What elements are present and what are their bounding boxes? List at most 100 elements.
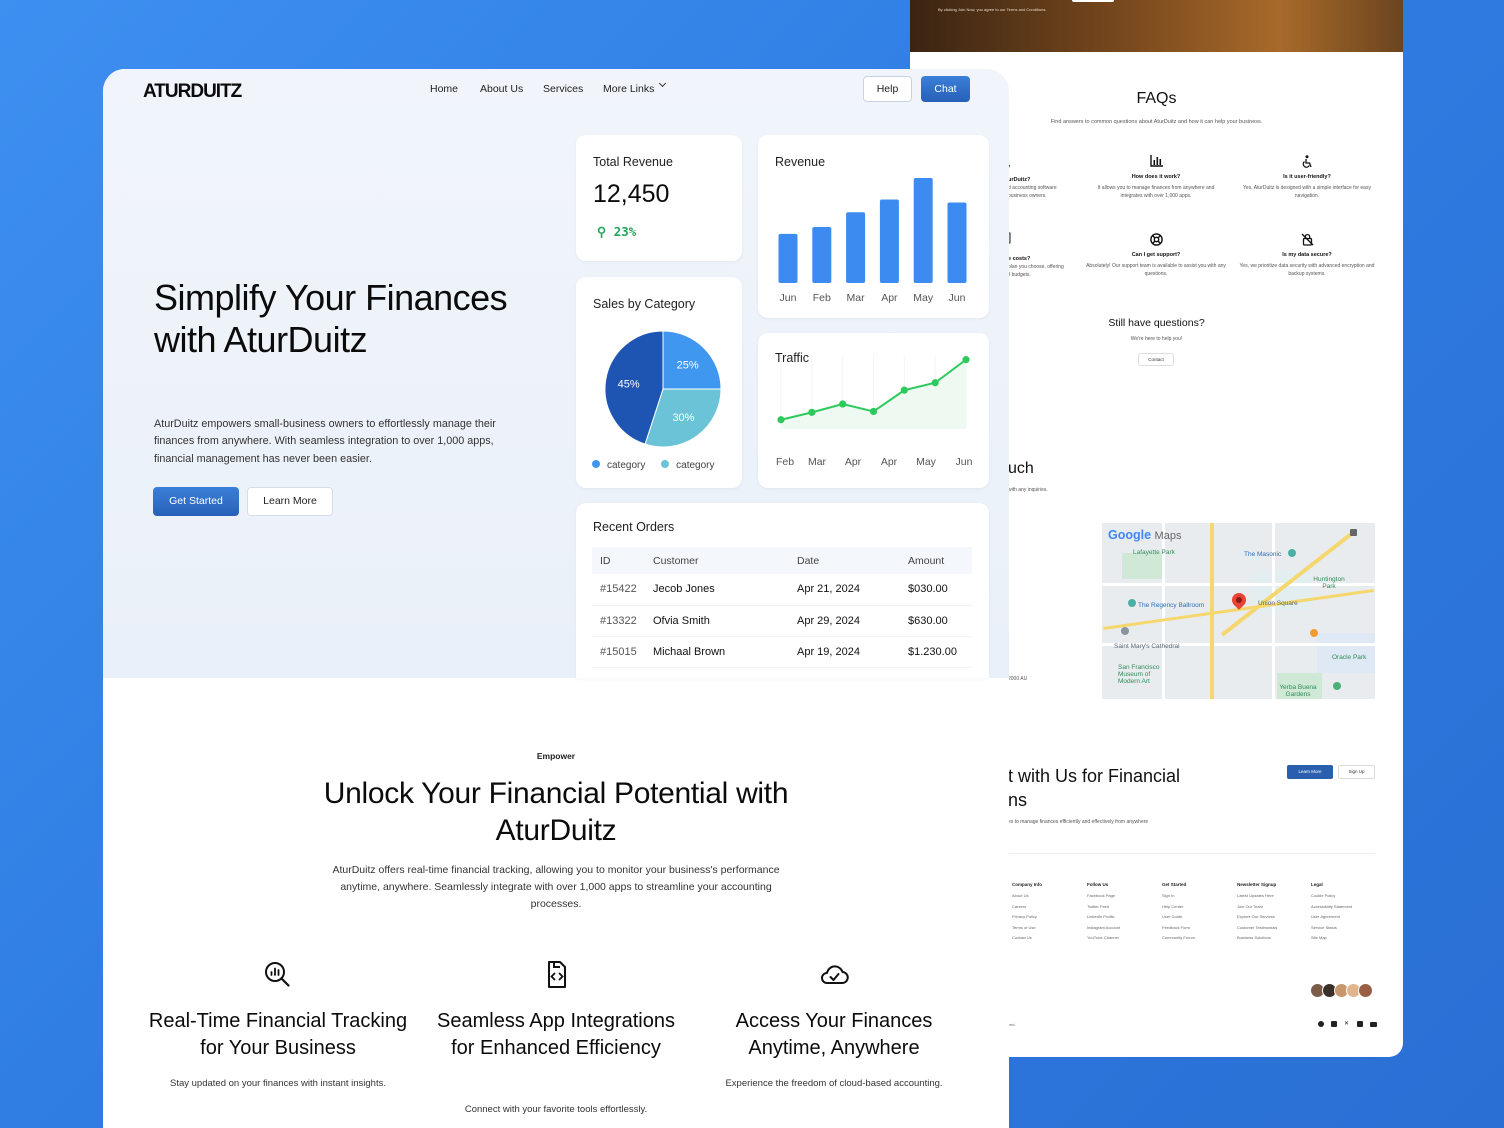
faq-item: Is it user-friendly? Yes, AturDuitz is d… [1237, 155, 1377, 200]
footer-link[interactable]: YouTube Channel [1087, 935, 1120, 940]
google-map[interactable]: Google Maps Lafayette Park The Masonic H… [1102, 523, 1375, 699]
feature-description: Stay updated on your finances with insta… [170, 1078, 386, 1089]
traffic-point[interactable] [839, 400, 847, 408]
nav-home[interactable]: Home [430, 83, 458, 95]
order-date: Apr 19, 2024 [789, 636, 900, 668]
contact-button[interactable]: Contact [1138, 353, 1174, 366]
social-links: ✕ [1318, 1021, 1377, 1029]
cta-learn-more-button[interactable]: Learn More [1287, 765, 1333, 779]
maps-logo-text: Maps [1154, 530, 1182, 542]
help-button[interactable]: Help [863, 76, 912, 102]
footer-link[interactable]: Privacy Policy [1012, 914, 1042, 919]
traffic-point[interactable] [808, 408, 816, 416]
cta-sign-up-button[interactable]: Sign Up [1338, 765, 1375, 779]
hero-legal-text: By clicking Join Now, you agree to our T… [938, 7, 1047, 12]
footer-link[interactable]: Join Our Team [1237, 904, 1277, 909]
footer-link[interactable]: User Guide [1162, 914, 1195, 919]
x-icon[interactable]: ✕ [1344, 1021, 1350, 1027]
landing-page: ATURDUITZ Home About Us Services More Li… [103, 69, 1009, 1128]
footer-link[interactable]: Explore Our Services [1237, 914, 1277, 919]
footer-link[interactable]: Latest Updates Here [1237, 893, 1277, 898]
footer-link[interactable]: Twitter Feed [1087, 904, 1120, 909]
revenue-bar[interactable] [846, 212, 866, 283]
back-hero-banner: By clicking Join Now, you agree to our T… [910, 0, 1403, 52]
traffic-point[interactable] [962, 356, 970, 364]
footer-link[interactable]: Service Status [1311, 925, 1352, 930]
traffic-point[interactable] [931, 379, 939, 387]
footer-link[interactable]: Terms of Use [1012, 925, 1042, 930]
youtube-icon[interactable] [1370, 1022, 1377, 1027]
get-started-button[interactable]: Get Started [153, 487, 239, 516]
feature-description: Connect with your favorite tools effortl… [464, 1104, 648, 1115]
map-poi-marker[interactable] [1121, 627, 1129, 635]
map-label: The Masonic [1244, 551, 1282, 558]
traffic-line-chart: Feb Mar Apr Apr May Jun [776, 355, 973, 468]
revenue-x-tick-label: Feb [813, 292, 831, 304]
logo[interactable]: ATURDUITZ [143, 81, 242, 103]
table-row[interactable]: #15422 Jecob Jones Apr 21, 2024 $030.00 [592, 574, 972, 606]
faq-item-partial-2: ] e costs? plan you choose, offering ll … [1008, 231, 1064, 279]
traffic-point[interactable] [777, 416, 785, 424]
faq-item-partial-1: , urDuitz? d accounting software busines… [1008, 159, 1057, 200]
footer-link[interactable]: Help Center [1162, 904, 1195, 909]
footer-link[interactable]: Cookie Policy [1311, 893, 1352, 898]
revenue-bar[interactable] [812, 227, 832, 283]
revenue-bar[interactable] [947, 202, 967, 283]
map-poi-marker[interactable] [1288, 549, 1296, 557]
footer-heading: Get Started [1162, 882, 1187, 887]
map-fullscreen-icon[interactable] [1350, 529, 1357, 536]
footer-link[interactable]: Instagram Account [1087, 925, 1120, 930]
faq-question: Is it user-friendly? [1283, 174, 1331, 180]
instagram-icon[interactable] [1331, 1021, 1337, 1027]
footer-link[interactable]: Feedback Form [1162, 925, 1195, 930]
linkedin-icon[interactable] [1357, 1021, 1363, 1027]
table-row[interactable]: #13322 Ofvia Smith Apr 29, 2024 $630.00 [592, 605, 972, 637]
avatar [1358, 983, 1373, 998]
google-logo-text: Google [1108, 528, 1152, 542]
footer-heading: Legal [1311, 882, 1323, 887]
total-revenue-title: Total Revenue [593, 155, 673, 169]
footer-link[interactable]: Business Solutions [1237, 935, 1277, 940]
feature-title: Seamless App Integrations for Enhanced E… [437, 1010, 675, 1059]
nav-services[interactable]: Services [543, 83, 583, 95]
footer-link[interactable]: Community Forum [1162, 935, 1195, 940]
hero-join-button[interactable] [1072, 0, 1114, 2]
order-amount: $030.00 [900, 574, 972, 606]
map-poi-marker[interactable] [1333, 682, 1341, 690]
footer-link[interactable]: User Agreement [1311, 914, 1352, 919]
facebook-icon[interactable] [1318, 1021, 1324, 1027]
footer-link[interactable]: LinkedIn Profile [1087, 914, 1120, 919]
faq-item: Is my data secure? Yes, we prioritize da… [1237, 233, 1377, 278]
footer-link[interactable]: Site Map [1311, 935, 1352, 940]
pie-slice-label: 25% [677, 359, 699, 371]
order-date: Apr 21, 2024 [789, 574, 900, 606]
faq-partial-question: urDuitz? [1008, 177, 1031, 183]
nav-about-us[interactable]: About Us [480, 83, 523, 95]
revenue-x-tick-label: Jun [949, 292, 966, 304]
footer-link[interactable]: About Us [1012, 893, 1042, 898]
footer-link[interactable]: Customer Testimonials [1237, 925, 1277, 930]
learn-more-button[interactable]: Learn More [247, 487, 333, 516]
footer-link[interactable]: Careers [1012, 904, 1042, 909]
column-header-customer: Customer [645, 547, 789, 574]
footer-link[interactable]: Accessibility Statement [1311, 904, 1352, 909]
map-poi-marker[interactable] [1128, 599, 1136, 607]
pie-slice-label: 30% [672, 412, 694, 424]
order-date: Apr 29, 2024 [789, 605, 900, 637]
revenue-bar[interactable] [879, 199, 899, 283]
footer-column-company: Company Info About Us Careers Privacy Po… [1012, 882, 1042, 946]
revenue-bar[interactable] [778, 233, 798, 283]
chat-button[interactable]: Chat [921, 76, 970, 102]
nav-more-links[interactable]: More Links [603, 79, 667, 95]
footer-link[interactable]: Facebook Page [1087, 893, 1120, 898]
cta-subtitle: es to manage finances efficiently and ef… [1008, 819, 1149, 825]
footer-link[interactable]: Contact Us [1012, 935, 1042, 940]
total-revenue-card: Total Revenue 12,450 ⚲ 23% [576, 135, 742, 261]
table-row[interactable]: #15015 Michaal Brown Apr 19, 2024 $1.230… [592, 636, 972, 668]
map-poi-marker[interactable] [1310, 629, 1318, 637]
traffic-point[interactable] [869, 407, 878, 416]
footer-link[interactable]: Sign In [1162, 893, 1195, 898]
revenue-bar[interactable] [913, 177, 933, 283]
traffic-point[interactable] [900, 386, 908, 394]
order-id: #15422 [592, 574, 645, 606]
